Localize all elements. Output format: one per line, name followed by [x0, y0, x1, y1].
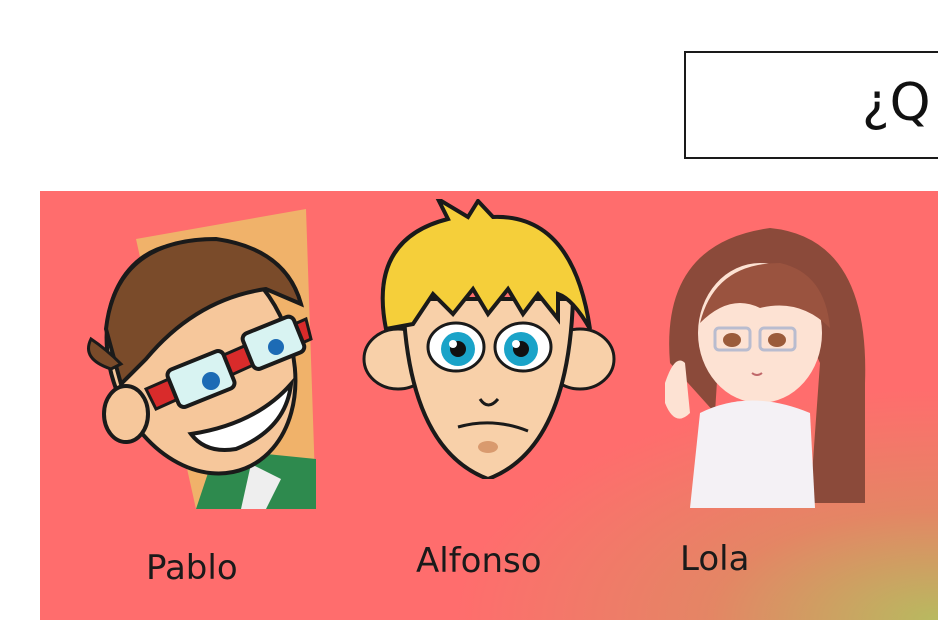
character-name-alfonso: Alfonso: [416, 541, 542, 581]
question-box: ¿Q: [684, 51, 938, 159]
alfonso-image: [362, 199, 616, 479]
pablo-image: [87, 209, 316, 509]
lola-image: [665, 228, 866, 508]
characters-panel: Pablo Alfonso Lola: [40, 191, 938, 620]
character-name-lola: Lola: [680, 539, 750, 579]
character-name-pablo: Pablo: [146, 548, 238, 588]
question-text: ¿Q: [862, 73, 931, 133]
